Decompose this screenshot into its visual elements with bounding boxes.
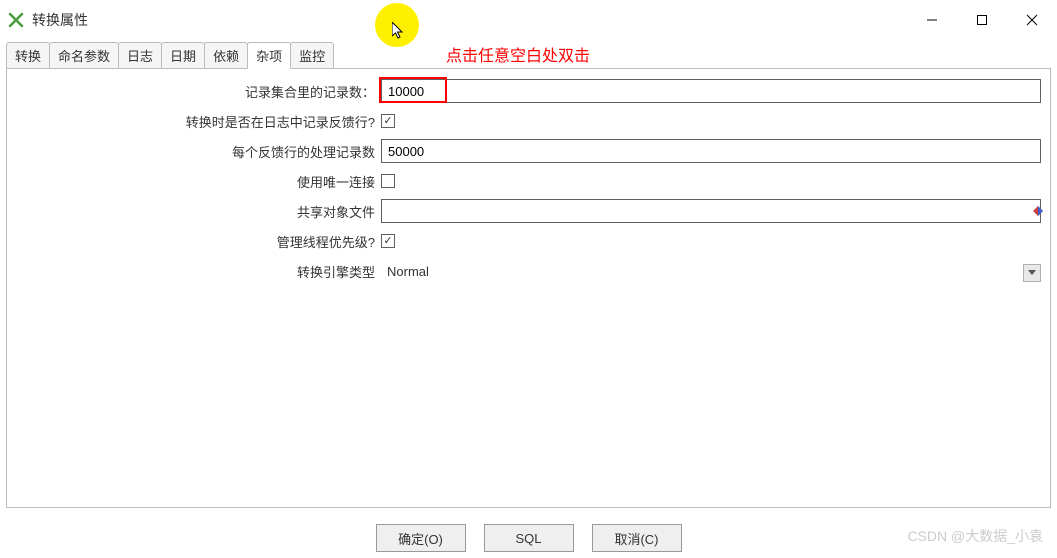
engine-type-value: Normal — [381, 262, 435, 281]
records-in-set-label: 记录集合里的记录数： — [15, 82, 381, 101]
sql-button[interactable]: SQL — [484, 524, 574, 552]
shared-object-file-input[interactable] — [381, 199, 1041, 223]
maximize-button[interactable] — [957, 0, 1007, 40]
minimize-button[interactable] — [907, 0, 957, 40]
manage-thread-priority-checkbox[interactable] — [381, 234, 395, 248]
variable-icon[interactable] — [1033, 206, 1043, 216]
titlebar: 转换属性 — [0, 0, 1057, 40]
engine-type-label: 转换引擎类型 — [15, 262, 381, 281]
records-in-set-input[interactable] — [381, 79, 1041, 103]
engine-type-dropdown[interactable] — [1023, 264, 1041, 282]
shared-object-file-label: 共享对象文件 — [15, 202, 381, 221]
feedback-records-input[interactable] — [381, 139, 1041, 163]
close-button[interactable] — [1007, 0, 1057, 40]
content-panel: 记录集合里的记录数： 转换时是否在日志中记录反馈行? 每个反馈行的处理记录数 使… — [6, 68, 1051, 508]
manage-thread-priority-label: 管理线程优先级? — [15, 232, 381, 251]
log-feedback-label: 转换时是否在日志中记录反馈行? — [15, 112, 381, 131]
tab-monitor[interactable]: 监控 — [290, 42, 334, 68]
tab-named-params[interactable]: 命名参数 — [49, 42, 119, 68]
cancel-button[interactable]: 取消(C) — [592, 524, 682, 552]
ok-button[interactable]: 确定(O) — [376, 524, 466, 552]
tab-transform[interactable]: 转换 — [6, 42, 50, 68]
tab-log[interactable]: 日志 — [118, 42, 162, 68]
tab-misc[interactable]: 杂项 — [247, 42, 291, 69]
unique-connection-label: 使用唯一连接 — [15, 172, 381, 191]
tab-date[interactable]: 日期 — [161, 42, 205, 68]
window-title: 转换属性 — [32, 10, 88, 30]
annotation-text: 点击任意空白处双击 — [446, 42, 590, 66]
footer-buttons: 确定(O) SQL 取消(C) — [0, 524, 1057, 552]
unique-connection-checkbox[interactable] — [381, 174, 395, 188]
feedback-records-label: 每个反馈行的处理记录数 — [15, 142, 381, 161]
log-feedback-checkbox[interactable] — [381, 114, 395, 128]
app-icon — [8, 12, 24, 28]
cursor-highlight — [375, 3, 419, 47]
tab-dependency[interactable]: 依赖 — [204, 42, 248, 68]
